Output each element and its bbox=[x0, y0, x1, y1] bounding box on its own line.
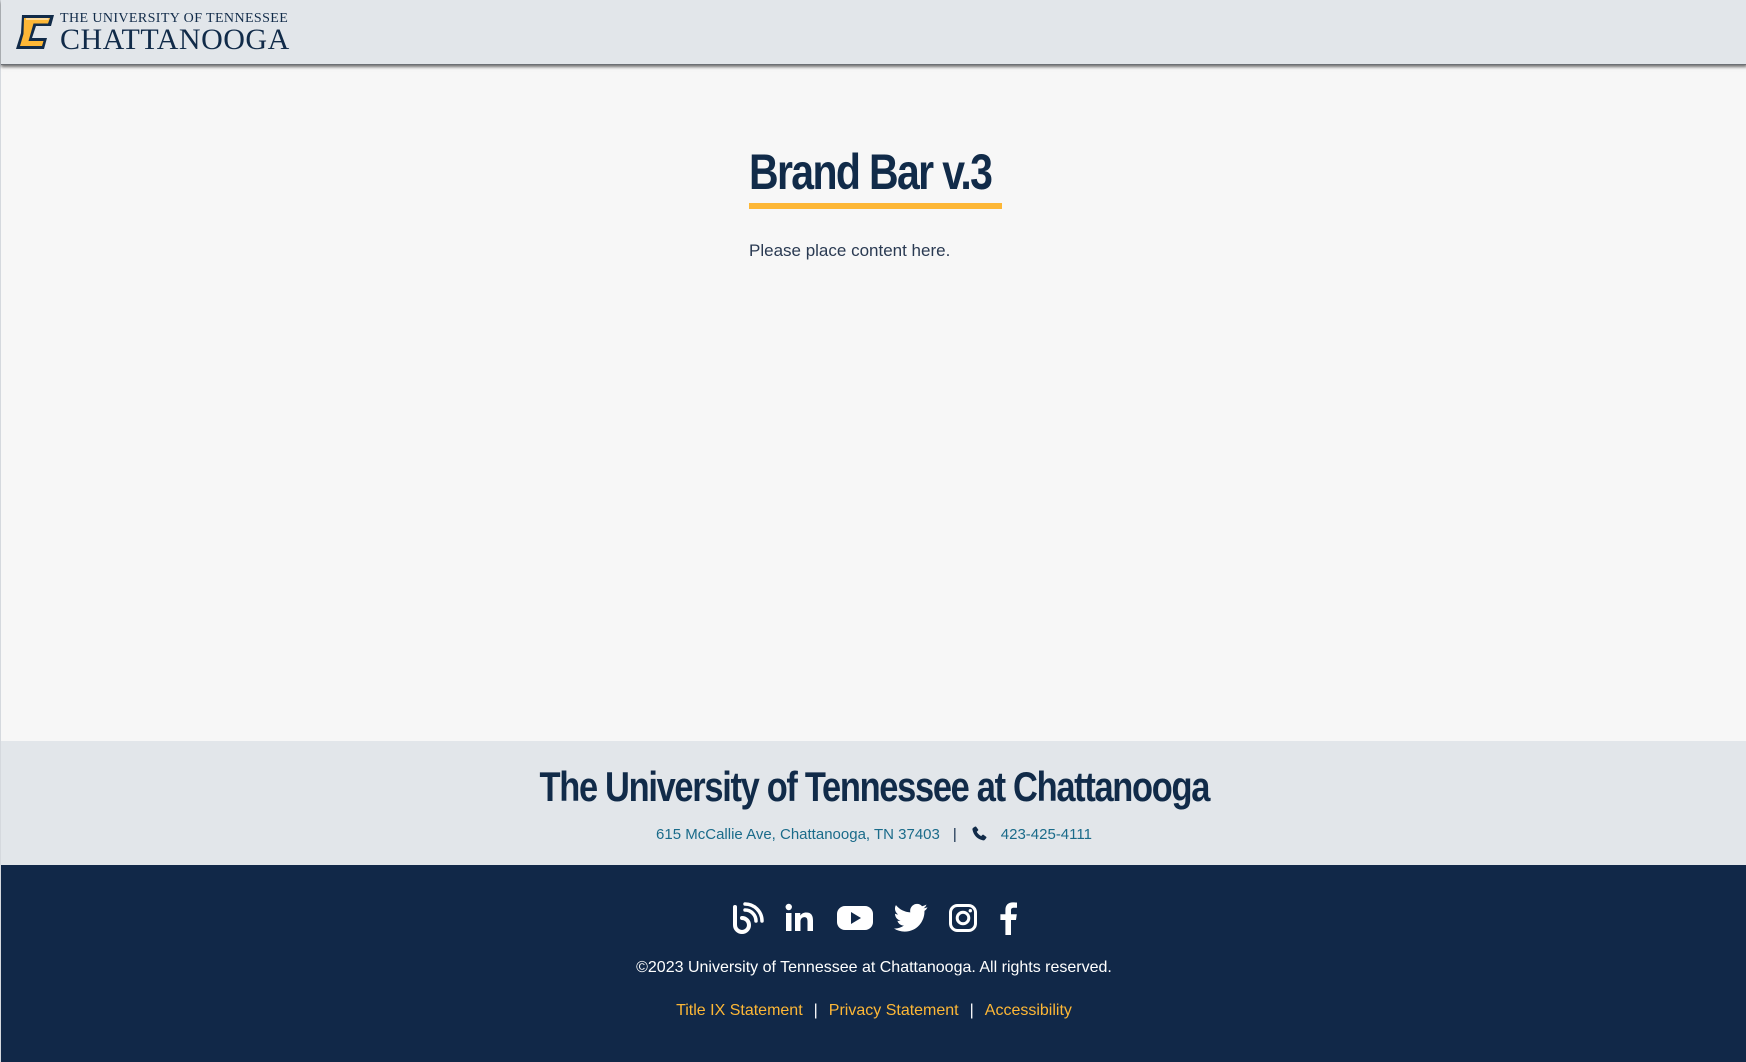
twitter-icon bbox=[894, 903, 928, 932]
legal-separator: | bbox=[969, 1002, 974, 1019]
phone-icon bbox=[972, 826, 987, 841]
facebook-link[interactable] bbox=[998, 901, 1018, 935]
title-underline bbox=[749, 203, 1002, 209]
youtube-icon bbox=[837, 906, 873, 930]
utc-logo-link[interactable]: THE UNIVERSITY OF TENNESSEE CHATTANOOGA bbox=[14, 11, 290, 56]
facebook-icon bbox=[1000, 902, 1017, 935]
footer-bottom: ©2023 University of Tennessee at Chattan… bbox=[1, 865, 1746, 1062]
accessibility-link[interactable]: Accessibility bbox=[985, 1002, 1072, 1020]
page-title: Brand Bar v.3 bbox=[749, 144, 993, 200]
logo-wordmark: THE UNIVERSITY OF TENNESSEE CHATTANOOGA bbox=[60, 11, 290, 56]
footer-title-wrap: The University of Tennessee at Chattanoo… bbox=[1, 763, 1746, 811]
utc-c-logo-icon bbox=[16, 15, 54, 49]
youtube-link[interactable] bbox=[836, 903, 874, 933]
twitter-link[interactable] bbox=[894, 903, 928, 933]
instagram-link[interactable] bbox=[948, 903, 978, 933]
title-ix-link[interactable]: Title IX Statement bbox=[676, 1002, 803, 1020]
blog-icon bbox=[733, 902, 764, 934]
blog-link[interactable] bbox=[730, 901, 764, 935]
main-content: Brand Bar v.3 Please place content here. bbox=[1, 66, 1746, 741]
social-links bbox=[1, 901, 1746, 935]
footer-contact-section: The University of Tennessee at Chattanoo… bbox=[1, 741, 1746, 865]
instagram-icon bbox=[949, 904, 977, 932]
copyright-text: ©2023 University of Tennessee at Chattan… bbox=[636, 959, 1112, 976]
brand-bar: THE UNIVERSITY OF TENNESSEE CHATTANOOGA bbox=[1, 0, 1746, 65]
logo-line-chattanooga: CHATTANOOGA bbox=[60, 22, 290, 56]
legal-links: Title IX Statement | Privacy Statement |… bbox=[1, 1002, 1746, 1020]
footer-university-name: The University of Tennessee at Chattanoo… bbox=[539, 763, 1210, 810]
linkedin-link[interactable] bbox=[784, 902, 816, 934]
content-block: Brand Bar v.3 Please place content here. bbox=[749, 144, 1044, 261]
linkedin-icon bbox=[785, 903, 813, 931]
contact-line: 615 McCallie Ave, Chattanooga, TN 37403 … bbox=[1, 825, 1746, 843]
legal-separator: | bbox=[813, 1002, 818, 1019]
privacy-link[interactable]: Privacy Statement bbox=[829, 1002, 959, 1020]
phone-link[interactable]: 423-425-4111 bbox=[1001, 826, 1092, 843]
page: THE UNIVERSITY OF TENNESSEE CHATTANOOGA … bbox=[0, 0, 1746, 1062]
contact-separator: | bbox=[952, 825, 957, 843]
address-link[interactable]: 615 McCallie Ave, Chattanooga, TN 37403 bbox=[656, 826, 940, 843]
body-text: Please place content here. bbox=[749, 241, 951, 260]
